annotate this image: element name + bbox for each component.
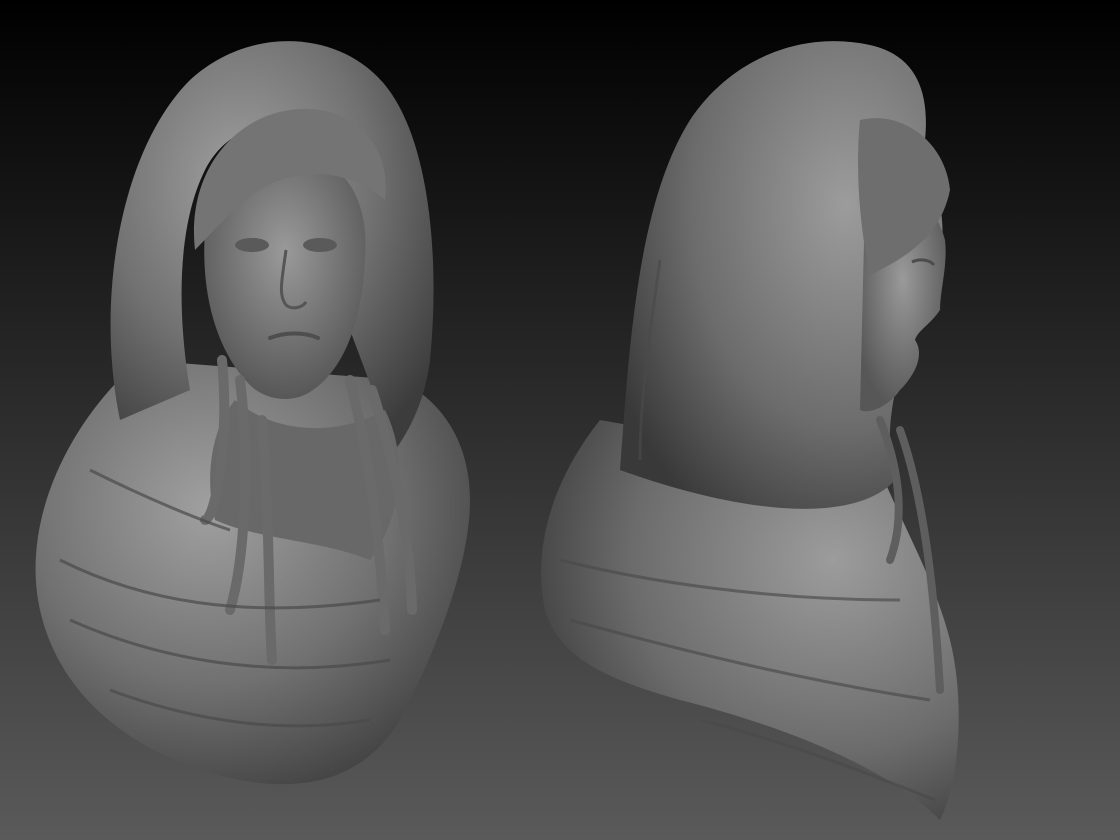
render-canvas [0, 0, 1120, 840]
sculpt-render-viewport [0, 0, 1120, 840]
front-right-eye [303, 238, 337, 252]
front-left-eye [235, 238, 269, 252]
